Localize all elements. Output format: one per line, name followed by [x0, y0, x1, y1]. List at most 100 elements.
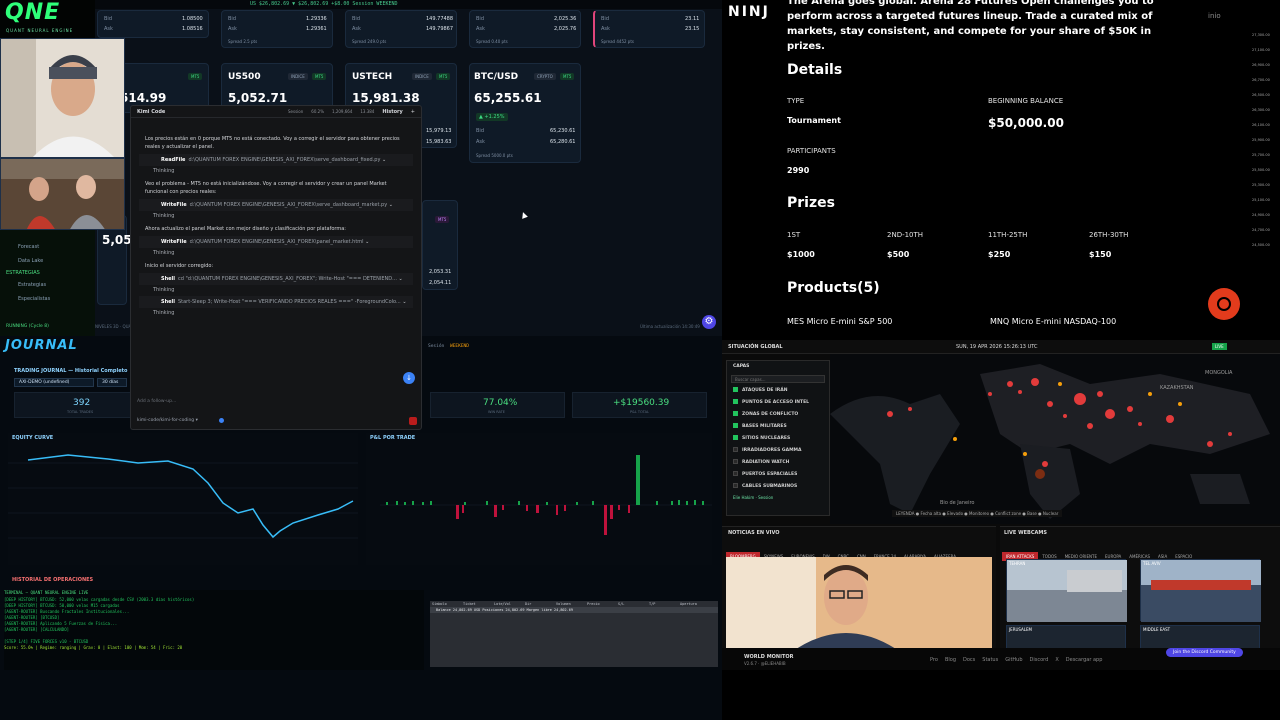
- axis-tick-label: 26,500.00: [1252, 93, 1270, 97]
- layer-label: ZONAS DE CONFLICTO: [742, 412, 799, 417]
- footer-link[interactable]: GitHub: [1005, 657, 1022, 663]
- footer-link[interactable]: Pro: [930, 657, 938, 663]
- sidebar-item-data-lake[interactable]: Data Lake: [0, 254, 95, 268]
- world-map[interactable]: KAZAKHSTAN MONGOLIA Bio de Janeiro: [830, 354, 1280, 524]
- table-header-cell[interactable]: T/P: [649, 601, 680, 607]
- prize-label: 11TH-25TH: [988, 231, 1028, 239]
- prize-value: $150: [1089, 250, 1112, 259]
- kimi-code-panel: Kimi Code Session 60.2% 1,209,664 13.384…: [130, 105, 422, 430]
- layers-search[interactable]: Buscar capas...: [731, 375, 825, 383]
- footer-link[interactable]: X: [1055, 657, 1058, 663]
- layer-toggle[interactable]: BASES MILITARES: [727, 421, 829, 433]
- layer-toggle[interactable]: ATAQUES DE IRÁN: [727, 385, 829, 397]
- sidebar-item-label: Estrategias: [18, 282, 47, 288]
- axis-tick-label: 25,900.00: [1252, 138, 1270, 142]
- chevron-down-icon[interactable]: ⌄: [364, 239, 369, 245]
- footer-link[interactable]: Status: [982, 657, 998, 663]
- history-button[interactable]: History: [382, 106, 402, 118]
- checkbox-icon[interactable]: [733, 459, 738, 464]
- tool-call-row[interactable]: WriteFile d:\QUANTUM FOREX ENGINE\GENESIS…: [139, 236, 413, 248]
- sidebar-item-especialistas[interactable]: Especialistas: [0, 292, 95, 306]
- futures-arena-page: NINJ The Arena goes global. Arena 28 Fut…: [722, 0, 1280, 336]
- table-header-cell[interactable]: Precio: [587, 601, 618, 607]
- chevron-down-icon[interactable]: ⌄: [397, 276, 403, 282]
- webcam-tel-aviv[interactable]: TEL AVIV: [1140, 559, 1261, 622]
- scroll-down-icon[interactable]: ↓: [403, 372, 415, 384]
- checkbox-icon[interactable]: [733, 447, 738, 452]
- thinking-row[interactable]: Thinking: [131, 308, 421, 319]
- thinking-row[interactable]: Thinking: [131, 248, 421, 259]
- send-button[interactable]: [409, 417, 417, 425]
- checkbox-icon[interactable]: [733, 471, 738, 476]
- checkbox-icon[interactable]: [733, 483, 738, 488]
- layer-label: SITIOS NUCLEARES: [742, 436, 791, 441]
- chevron-down-icon[interactable]: ⌄: [387, 202, 393, 208]
- checkbox-icon[interactable]: [733, 435, 738, 440]
- thinking-row[interactable]: Thinking: [131, 166, 421, 177]
- cam-label: MIDDLE EAST: [1143, 627, 1171, 632]
- news-video[interactable]: [726, 557, 992, 649]
- layer-toggle[interactable]: PUNTOS DE ACCESO INTEL: [727, 397, 829, 409]
- webcam-middle-east[interactable]: MIDDLE EAST: [1140, 625, 1260, 649]
- sidebar-item-estrategias[interactable]: Estrategias: [0, 278, 95, 292]
- market-card-usdjpy[interactable]: Bid 149.77488 Ask 149.79867 Spread 249.0 p…: [345, 10, 457, 48]
- model-selector[interactable]: kimi-code/kimi-for-coding ▾: [137, 418, 198, 423]
- attach-icon[interactable]: [219, 418, 224, 423]
- tool-call-row[interactable]: Shell Start-Sleep 3; Write-Host "=== VERI…: [139, 296, 413, 308]
- chevron-down-icon[interactable]: ⌄: [380, 157, 386, 163]
- market-name: USTECH: [352, 72, 393, 82]
- tool-call-row[interactable]: ReadFile d:\QUANTUM FOREX ENGINE\GENESIS_…: [139, 154, 413, 166]
- webcam-jerusalem[interactable]: JERUSALEM: [1006, 625, 1126, 649]
- footer-link[interactable]: Discord: [1030, 657, 1049, 663]
- thinking-row[interactable]: Thinking: [131, 285, 421, 296]
- checkbox-icon[interactable]: [733, 399, 738, 404]
- layer-toggle[interactable]: CABLES SUBMARINOS: [727, 481, 829, 493]
- account-select[interactable]: AXI-DEMO (undefined): [14, 378, 94, 387]
- market-card-eurusd[interactable]: Bid 1.08500 Ask 1.08516: [97, 10, 209, 38]
- layer-toggle[interactable]: PUERTOS ESPACIALES: [727, 469, 829, 481]
- type-badge: INDICE: [412, 73, 432, 80]
- market-card-gbpusd[interactable]: Bid 1.29336 Ask 1.29361 Spread 2.5 pts: [221, 10, 333, 48]
- sidebar-item-forecast[interactable]: Forecast: [0, 240, 95, 254]
- table-header-cell[interactable]: S/L: [618, 601, 649, 607]
- new-chat-button[interactable]: +: [411, 106, 415, 118]
- layer-toggle[interactable]: RADIATION WATCH: [727, 457, 829, 469]
- table-row: Balance 24,802.69 USD Posiciones 24,802.…: [430, 607, 718, 613]
- thinking-row[interactable]: Thinking: [131, 211, 421, 222]
- followup-input[interactable]: Add a follow-up...: [137, 396, 417, 408]
- axis-tick-label: 26,300.00: [1252, 108, 1270, 112]
- chevron-down-icon[interactable]: ⌄: [401, 299, 406, 305]
- discord-button[interactable]: Join the Discord Community: [1166, 648, 1243, 657]
- wm-header: SITUACIÓN GLOBAL SUN, 19 APR 2026 15:26:…: [722, 340, 1280, 354]
- tool-call-row[interactable]: WriteFile d:\QUANTUM FOREX ENGINE\GENESIS…: [139, 199, 413, 211]
- days-select[interactable]: 30 días: [97, 378, 127, 387]
- checkbox-icon[interactable]: [733, 423, 738, 428]
- market-card-xauusd[interactable]: Bid 2,025.36 Ask 2,025.76 Spread 0.40 pts: [469, 10, 581, 48]
- terminal-panel: TERMINAL — QUANT NEURAL ENGINE LIVE [DEE…: [4, 590, 424, 670]
- tool-call-row[interactable]: Shell cd "d:\QUANTUM FOREX ENGINE\GENESIS…: [139, 273, 413, 285]
- market-card-partial-3[interactable]: MT5 2,053.31 2,054.11: [422, 200, 458, 290]
- chat-bubble-icon[interactable]: [1208, 288, 1240, 320]
- table-header-cell[interactable]: Apertura: [680, 601, 711, 607]
- layer-toggle[interactable]: SITIOS NUCLEARES: [727, 433, 829, 445]
- price-value: 5,05: [102, 233, 132, 247]
- mt5-badge: MT5: [436, 73, 451, 80]
- axis-tick-label: 26,100.00: [1252, 123, 1270, 127]
- map-label: Bio de Janeiro: [940, 500, 975, 506]
- footer-link[interactable]: Blog: [945, 657, 956, 663]
- product-item[interactable]: MES Micro E-mini S&P 500: [787, 317, 892, 326]
- market-card-xagusd[interactable]: Bid 23.11 Ask 23.15 Spread 4452 pts: [593, 10, 705, 48]
- market-card-btcusd[interactable]: BTC/USD CRYPTO MT5 65,255.61 ▲ +1.25% Bi…: [469, 63, 581, 163]
- checkbox-icon[interactable]: [733, 411, 738, 416]
- webcam-tehran[interactable]: TEHRAN: [1006, 559, 1127, 622]
- footer-link[interactable]: Docs: [963, 657, 975, 663]
- products-title: Products(5): [787, 280, 880, 296]
- tool-arg: d:\QUANTUM FOREX ENGINE\GENESIS_AXI_FORE…: [188, 157, 381, 163]
- gear-icon[interactable]: ⚙: [702, 315, 716, 329]
- footer-link[interactable]: Descargar app: [1066, 657, 1103, 663]
- layer-toggle[interactable]: ZONAS DE CONFLICTO: [727, 409, 829, 421]
- checkbox-icon[interactable]: [733, 387, 738, 392]
- layer-toggle[interactable]: IRRADIADORES GAMMA: [727, 445, 829, 457]
- account-select-value: AXI-DEMO (undefined): [19, 380, 70, 385]
- product-item[interactable]: MNQ Micro E-mini NASDAQ-100: [990, 317, 1116, 326]
